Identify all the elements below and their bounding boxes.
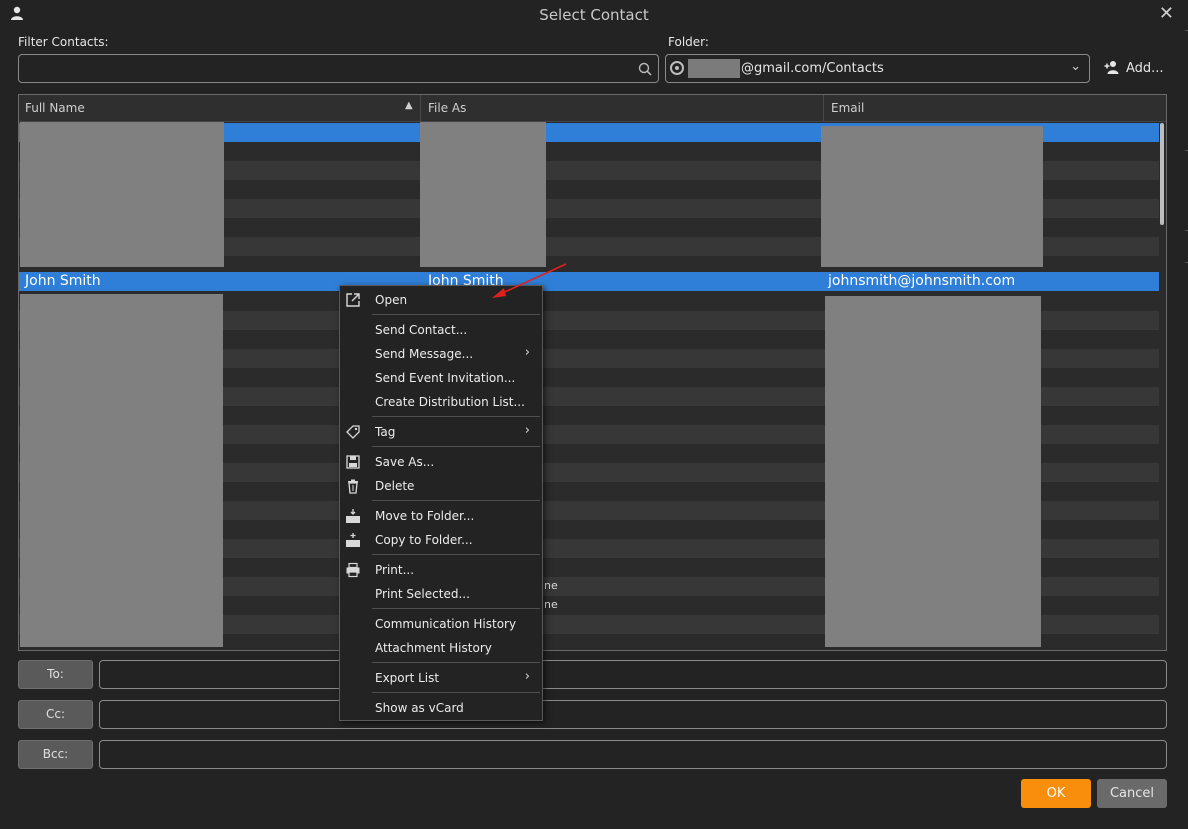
filter-contacts-input[interactable]: [18, 54, 659, 83]
filter-label: Filter Contacts:: [18, 35, 109, 49]
column-divider[interactable]: [420, 95, 421, 121]
menu-item-label: Open: [375, 293, 408, 307]
chevron-down-icon[interactable]: ⌄: [1070, 59, 1081, 74]
close-icon[interactable]: ✕: [1159, 3, 1174, 24]
redacted-emails: [821, 126, 1043, 267]
to-button[interactable]: To:: [18, 660, 93, 689]
printer-icon: [346, 562, 360, 578]
folder-label: Folder:: [668, 35, 709, 49]
add-label: Add...: [1126, 61, 1164, 76]
redacted-names: [20, 294, 223, 647]
open-external-icon: [346, 293, 360, 307]
bcc-button[interactable]: Bcc:: [18, 740, 93, 769]
search-icon[interactable]: [638, 62, 652, 76]
submenu-chevron-icon: ›: [524, 345, 530, 360]
menu-item-delete[interactable]: Delete: [340, 475, 542, 499]
menu-item-save-as[interactable]: Save As...: [340, 451, 542, 475]
menu-item-label: Send Event Invitation...: [375, 371, 516, 385]
folder-select[interactable]: @gmail.com/Contacts ⌄: [665, 54, 1090, 83]
partial-cell-text: ne: [544, 598, 558, 611]
submenu-chevron-icon: ›: [524, 669, 530, 684]
cell-email: johnsmith@johnsmith.com: [828, 273, 1016, 289]
menu-separator: [372, 608, 540, 609]
menu-item-label: Tag: [375, 425, 396, 439]
cell-full-name: John Smith: [25, 273, 101, 289]
trash-icon: [348, 479, 358, 494]
ok-button[interactable]: OK: [1021, 779, 1091, 808]
menu-item-send-message[interactable]: Send Message... ›: [340, 343, 542, 367]
add-contact-button[interactable]: Add...: [1104, 60, 1164, 76]
table-row-selected[interactable]: John Smith John Smith johnsmith@johnsmit…: [19, 272, 1159, 291]
account-radio-icon: [670, 61, 684, 75]
menu-item-label: Print Selected...: [375, 587, 470, 601]
column-full-name[interactable]: Full Name: [25, 101, 85, 115]
menu-item-label: Attachment History: [375, 641, 492, 655]
menu-separator: [372, 662, 540, 663]
redacted-emails: [825, 296, 1041, 647]
menu-item-communication-history[interactable]: Communication History: [340, 613, 542, 637]
menu-item-label: Move to Folder...: [375, 509, 475, 523]
column-file-as[interactable]: File As: [428, 101, 466, 115]
cancel-button[interactable]: Cancel: [1097, 779, 1167, 808]
menu-item-label: Print...: [375, 563, 415, 577]
menu-separator: [372, 500, 540, 501]
menu-item-label: Export List: [375, 671, 440, 685]
column-divider[interactable]: [823, 95, 824, 121]
menu-separator: [372, 554, 540, 555]
partial-cell-text: ne: [544, 579, 558, 592]
menu-item-export-list[interactable]: Export List ›: [340, 667, 542, 691]
save-icon: [346, 455, 360, 469]
menu-item-label: Send Message...: [375, 347, 474, 361]
context-menu: Open Send Contact... Send Message... › S…: [339, 285, 543, 721]
sort-ascending-icon[interactable]: ▲: [405, 100, 413, 111]
menu-item-label: Delete: [375, 479, 415, 493]
move-folder-icon: [346, 509, 360, 523]
cc-button[interactable]: Cc:: [18, 700, 93, 729]
contacts-grid[interactable]: Full Name ▲ File As Email John Smith Joh…: [18, 94, 1167, 651]
menu-separator: [372, 314, 540, 315]
menu-item-label: Show as vCard: [375, 701, 464, 715]
grid-header: Full Name ▲ File As Email: [19, 95, 1166, 122]
column-email[interactable]: Email: [831, 101, 864, 115]
cc-field[interactable]: [99, 700, 1167, 729]
menu-item-copy-to-folder[interactable]: Copy to Folder...: [340, 529, 542, 553]
tag-icon: [346, 425, 360, 439]
redacted-file-as: [420, 122, 546, 267]
redacted-account-name: [688, 59, 740, 78]
menu-item-label: Communication History: [375, 617, 517, 631]
menu-item-send-contact[interactable]: Send Contact...: [340, 319, 542, 343]
menu-item-label: Create Distribution List...: [375, 395, 525, 409]
add-user-icon: [1104, 61, 1119, 74]
folder-value: @gmail.com/Contacts: [741, 61, 884, 76]
annotation-arrow-icon: [492, 263, 567, 298]
menu-item-label: Send Contact...: [375, 323, 468, 337]
menu-item-tag[interactable]: Tag ›: [340, 421, 542, 445]
window-title: Select Contact: [539, 6, 649, 24]
menu-separator: [372, 416, 540, 417]
bcc-field[interactable]: [99, 740, 1167, 769]
menu-item-label: Save As...: [375, 455, 435, 469]
title-bar: Select Contact ✕: [0, 0, 1188, 30]
menu-separator: [372, 692, 540, 693]
to-field[interactable]: [99, 660, 1167, 689]
menu-item-move-to-folder[interactable]: Move to Folder...: [340, 505, 542, 529]
menu-item-attachment-history[interactable]: Attachment History: [340, 637, 542, 661]
vertical-scrollbar[interactable]: [1160, 123, 1164, 225]
redacted-names: [20, 122, 224, 267]
menu-item-show-as-vcard[interactable]: Show as vCard: [340, 697, 542, 721]
menu-separator: [372, 446, 540, 447]
menu-item-send-event-invitation[interactable]: Send Event Invitation...: [340, 367, 542, 391]
menu-item-create-distribution-list[interactable]: Create Distribution List...: [340, 391, 542, 415]
copy-folder-icon: [346, 533, 360, 547]
submenu-chevron-icon: ›: [524, 423, 530, 438]
menu-item-print[interactable]: Print...: [340, 559, 542, 583]
menu-item-print-selected[interactable]: Print Selected...: [340, 583, 542, 607]
menu-item-label: Copy to Folder...: [375, 533, 473, 547]
